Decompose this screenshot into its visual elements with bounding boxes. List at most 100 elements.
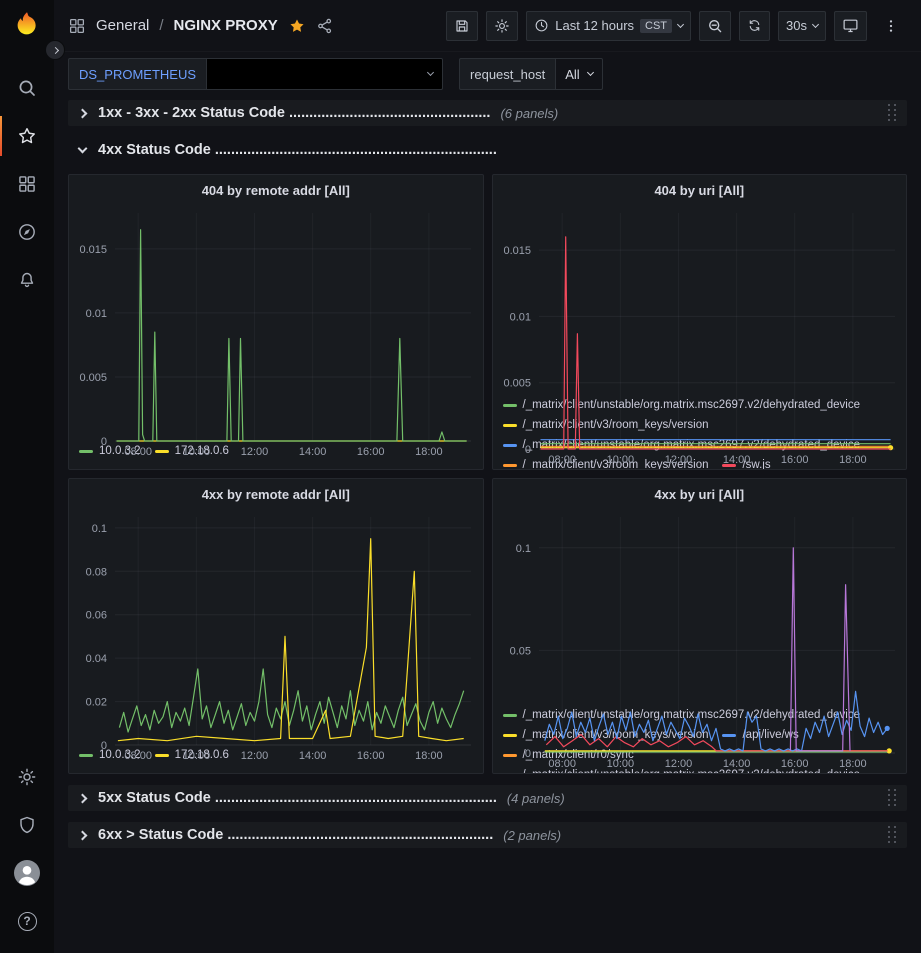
svg-text:14:00: 14:00	[299, 750, 327, 762]
sidebar-item-dashboards[interactable]	[0, 160, 54, 208]
gear-icon	[17, 767, 37, 787]
dashboard-settings-button[interactable]	[486, 11, 518, 41]
chevron-right-icon	[78, 108, 88, 118]
row-drag-handle[interactable]	[888, 104, 897, 122]
svg-text:16:00: 16:00	[780, 454, 808, 466]
save-dashboard-button[interactable]	[446, 11, 478, 41]
svg-text:10:00: 10:00	[183, 446, 211, 458]
panel-chart[interactable]: 08:0010:0012:0014:0016:0018:0000.0050.01…	[493, 205, 907, 393]
svg-text:0.01: 0.01	[86, 308, 107, 320]
grafana-app: ? General / NGINX PROXY	[0, 0, 921, 953]
svg-text:0: 0	[524, 444, 530, 456]
panel-chart[interactable]: 08:0010:0012:0014:0016:0018:0000.020.040…	[69, 509, 483, 743]
svg-text:14:00: 14:00	[722, 454, 750, 466]
svg-text:12:00: 12:00	[664, 454, 692, 466]
row-5xx-status-code[interactable]: 5xx Status Code ........................…	[68, 785, 907, 811]
datasource-variable-label: DS_PROMETHEUS	[68, 58, 207, 90]
panel-title[interactable]: 4xx by remote addr [All]	[69, 479, 483, 509]
request-host-select[interactable]: All	[556, 58, 602, 90]
sidebar-item-help[interactable]: ?	[0, 897, 54, 945]
chevron-down-icon	[78, 144, 88, 154]
panel-4xx-by-remote-addr: 4xx by remote addr [All] 08:0010:0012:00…	[68, 478, 484, 774]
refresh-interval-label: 30s	[786, 18, 807, 33]
svg-text:0.05: 0.05	[509, 645, 530, 657]
chevron-down-icon	[587, 69, 594, 76]
user-avatar	[14, 860, 40, 886]
chart-canvas: 08:0010:0012:0014:0016:0018:0000.020.040…	[69, 509, 483, 763]
refresh-icon	[747, 18, 762, 33]
svg-text:12:00: 12:00	[241, 750, 269, 762]
svg-text:08:00: 08:00	[548, 758, 576, 770]
svg-text:16:00: 16:00	[780, 758, 808, 770]
datasource-select[interactable]	[207, 58, 443, 90]
zoom-out-icon	[707, 18, 723, 34]
dashboard-title[interactable]: NGINX PROXY	[174, 17, 278, 34]
row-drag-handle[interactable]	[888, 789, 897, 807]
svg-text:0: 0	[101, 436, 107, 448]
request-host-value: All	[565, 67, 579, 82]
row-drag-handle[interactable]	[888, 826, 897, 844]
svg-text:18:00: 18:00	[839, 758, 867, 770]
share-icon[interactable]	[316, 17, 334, 35]
svg-text:0.06: 0.06	[86, 610, 107, 622]
row-panel-count: (2 panels)	[503, 828, 561, 843]
svg-text:10:00: 10:00	[606, 758, 634, 770]
sidebar-item-configuration[interactable]	[0, 753, 54, 801]
refresh-button[interactable]	[739, 11, 770, 41]
svg-text:0.1: 0.1	[515, 543, 530, 555]
sidebar-expand-button[interactable]	[45, 40, 65, 60]
sidebar-item-search[interactable]	[0, 64, 54, 112]
sidebar-item-server-admin[interactable]	[0, 801, 54, 849]
dashboard-variables-bar: DS_PROMETHEUS request_host All	[54, 52, 921, 98]
search-icon	[17, 78, 37, 98]
more-options-button[interactable]	[875, 11, 907, 41]
svg-text:08:00: 08:00	[124, 446, 152, 458]
panel-chart[interactable]: 08:0010:0012:0014:0016:0018:0000.050.1	[493, 509, 907, 703]
svg-text:14:00: 14:00	[299, 446, 327, 458]
svg-text:10:00: 10:00	[183, 750, 211, 762]
sidebar-item-alerting[interactable]	[0, 256, 54, 304]
clock-icon	[534, 18, 549, 33]
chart-canvas: 08:0010:0012:0014:0016:0018:0000.0050.01…	[69, 205, 483, 459]
svg-text:10:00: 10:00	[606, 454, 634, 466]
panel-404-by-remote-addr: 404 by remote addr [All] 08:0010:0012:00…	[68, 174, 484, 470]
star-icon	[17, 126, 37, 146]
dashboards-grid-icon	[17, 174, 37, 194]
svg-text:0.08: 0.08	[86, 566, 107, 578]
panel-title[interactable]: 404 by uri [All]	[493, 175, 907, 205]
tv-mode-button[interactable]	[834, 11, 867, 41]
sidebar-item-explore[interactable]	[0, 208, 54, 256]
zoom-out-button[interactable]	[699, 11, 731, 41]
refresh-interval-picker[interactable]: 30s	[778, 11, 826, 41]
svg-text:18:00: 18:00	[415, 446, 443, 458]
svg-text:0.005: 0.005	[79, 372, 107, 384]
row-title: 1xx - 3xx - 2xx Status Code ............…	[98, 105, 490, 121]
chevron-down-icon	[812, 20, 819, 27]
svg-text:0.015: 0.015	[503, 245, 531, 257]
sidebar-item-starred[interactable]	[0, 112, 54, 160]
grafana-flame-icon	[12, 9, 42, 39]
kebab-menu-icon	[883, 18, 899, 34]
svg-text:0: 0	[524, 748, 530, 760]
row-4xx-status-code[interactable]: 4xx Status Code ........................…	[68, 137, 907, 163]
row-6xx-status-code[interactable]: 6xx > Status Code ......................…	[68, 822, 907, 848]
row-1xx-3xx-2xx-status-code[interactable]: 1xx - 3xx - 2xx Status Code ............…	[68, 100, 907, 126]
breadcrumb-root[interactable]: General	[96, 17, 149, 34]
svg-text:0.015: 0.015	[79, 244, 107, 256]
favorite-star-icon[interactable]	[288, 17, 306, 35]
grafana-logo[interactable]	[12, 9, 42, 44]
svg-text:0.1: 0.1	[92, 523, 107, 535]
panel-title[interactable]: 4xx by uri [All]	[493, 479, 907, 509]
sidebar: ?	[0, 0, 54, 953]
breadcrumb-separator: /	[159, 17, 163, 34]
chart-canvas: 08:0010:0012:0014:0016:0018:0000.050.1	[493, 509, 907, 771]
panel-4xx-by-uri: 4xx by uri [All] 08:0010:0012:0014:0016:…	[492, 478, 908, 774]
sidebar-item-profile[interactable]	[0, 849, 54, 897]
shield-icon	[17, 815, 37, 835]
variable-request-host: request_host All	[459, 58, 603, 90]
chevron-right-icon	[78, 793, 88, 803]
svg-text:12:00: 12:00	[664, 758, 692, 770]
panel-chart[interactable]: 08:0010:0012:0014:0016:0018:0000.0050.01…	[69, 205, 483, 439]
panel-title[interactable]: 404 by remote addr [All]	[69, 175, 483, 205]
time-range-picker[interactable]: Last 12 hours CST	[526, 11, 691, 41]
